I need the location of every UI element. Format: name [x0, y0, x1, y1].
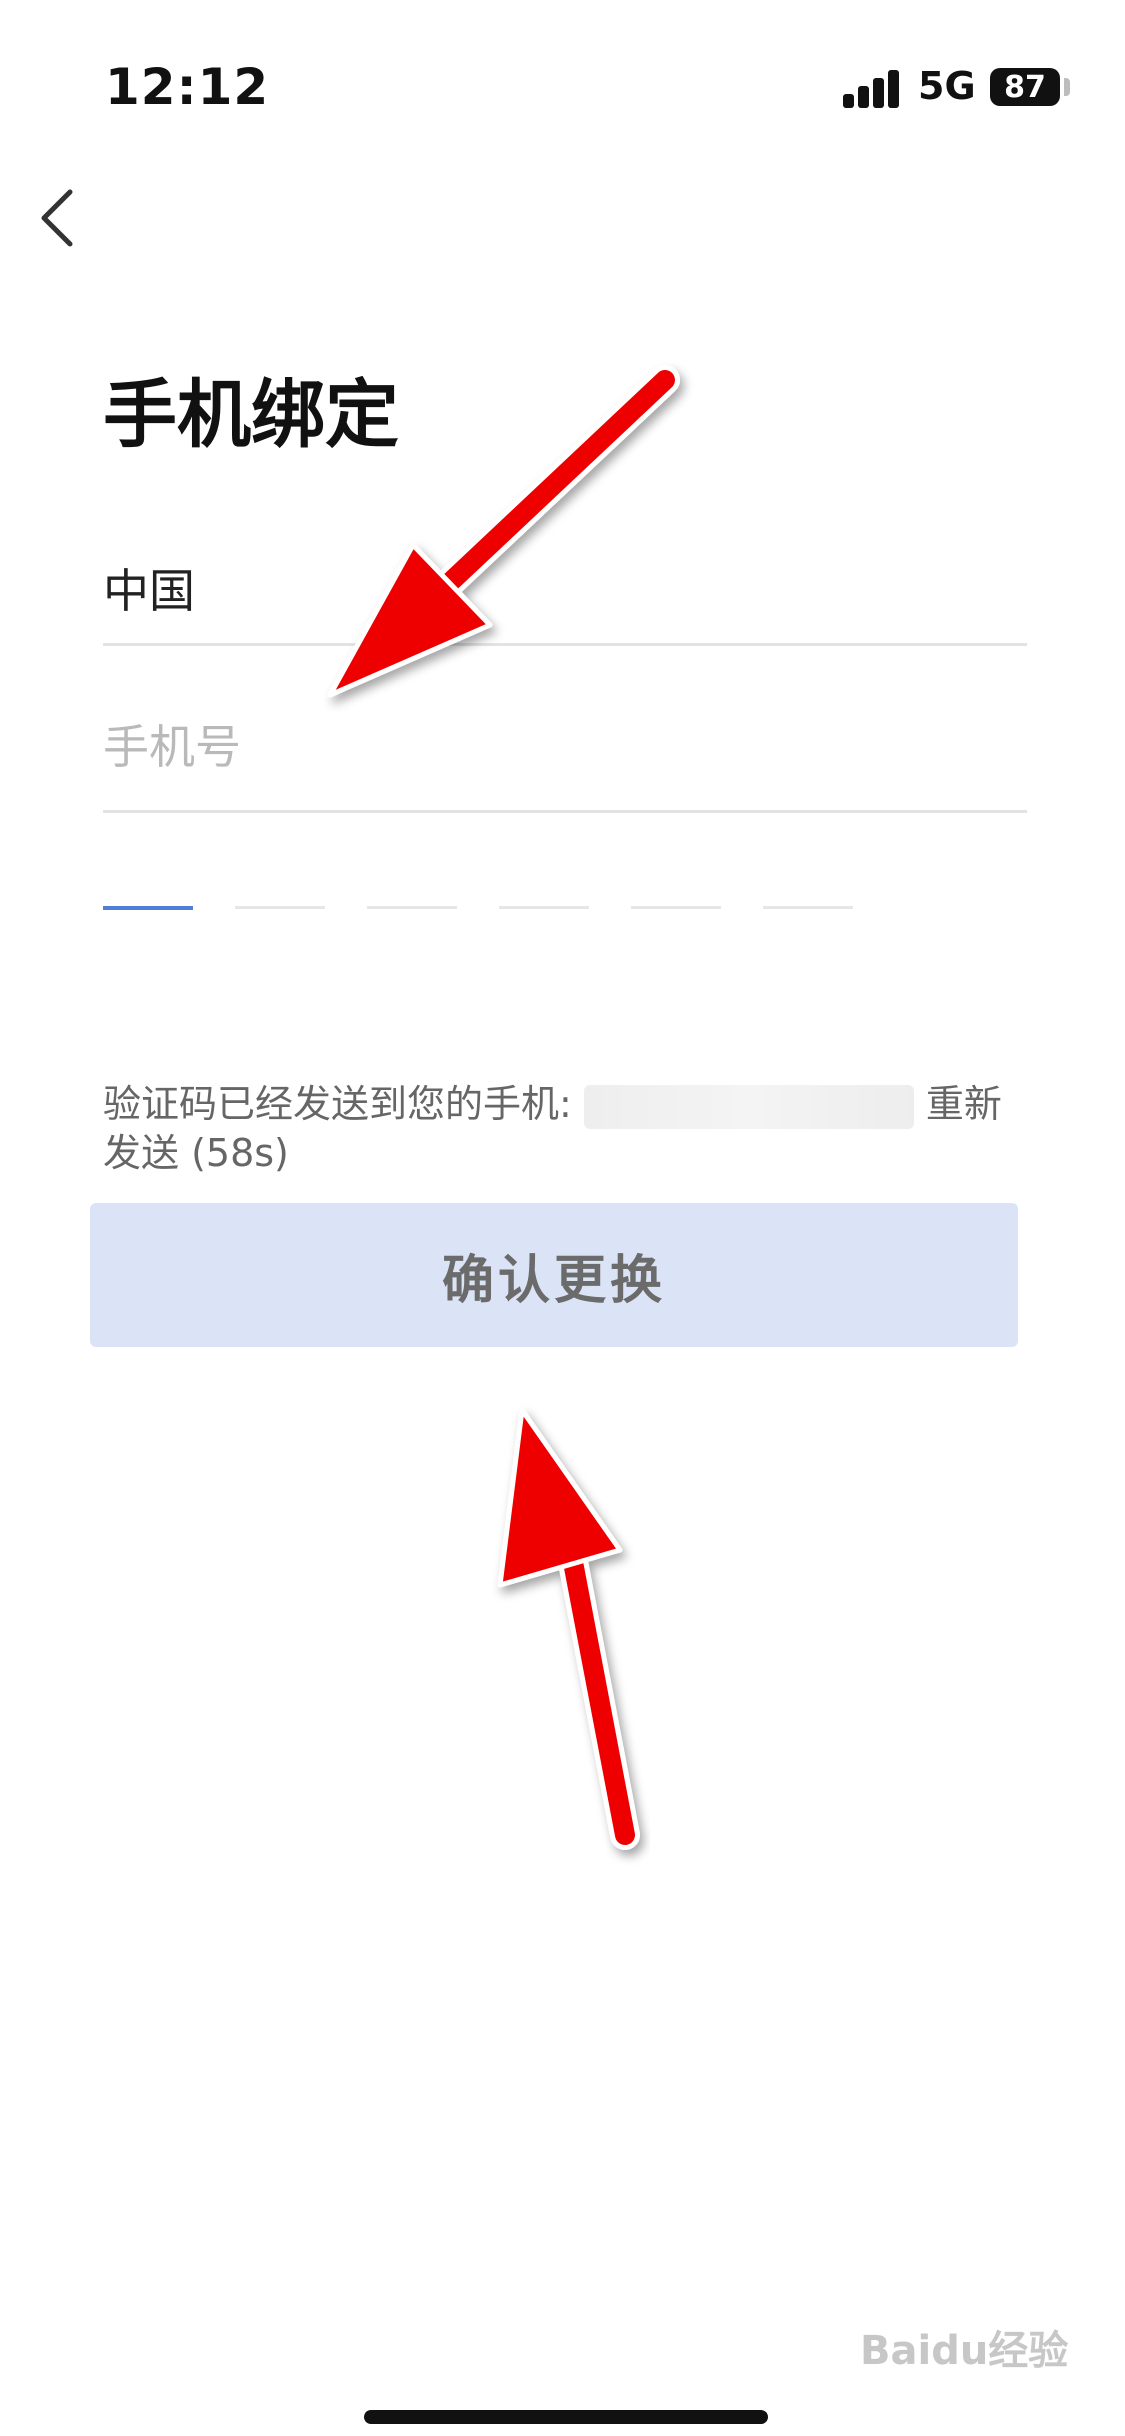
network-type: 5G	[918, 64, 976, 108]
code-sent-hint: 验证码已经发送到您的手机: 重新发送 (58s)	[103, 1080, 1003, 1177]
battery-icon: 87	[990, 68, 1060, 106]
country-selector[interactable]: 中国	[103, 535, 1027, 646]
home-indicator[interactable]	[364, 2410, 768, 2424]
battery-level: 87	[1004, 69, 1046, 105]
hint-prefix: 验证码已经发送到您的手机:	[103, 1082, 572, 1126]
verification-code-input[interactable]	[103, 906, 863, 916]
arrow-to-confirm-icon	[497, 1407, 640, 1850]
country-label: 中国	[103, 564, 195, 618]
status-time: 12:12	[105, 58, 270, 116]
back-button[interactable]	[30, 178, 90, 258]
signal-icon	[843, 68, 903, 108]
page-title: 手机绑定	[103, 372, 399, 458]
confirm-change-button[interactable]: 确认更换	[90, 1203, 1018, 1347]
code-digit-3[interactable]	[367, 906, 457, 909]
chevron-left-icon	[41, 189, 73, 247]
masked-phone-number	[583, 1084, 914, 1129]
phone-input[interactable]	[103, 700, 1027, 774]
code-digit-2[interactable]	[235, 906, 325, 909]
watermark-logo: Baidu经验	[860, 2318, 1068, 2376]
battery-cap	[1064, 78, 1070, 96]
code-digit-1[interactable]	[103, 906, 193, 910]
code-digit-6[interactable]	[763, 906, 853, 909]
code-digit-4[interactable]	[499, 906, 589, 909]
code-digit-5[interactable]	[631, 906, 721, 909]
phone-field	[103, 700, 1027, 813]
watermark-text: Baidu经验	[860, 2328, 1069, 2374]
